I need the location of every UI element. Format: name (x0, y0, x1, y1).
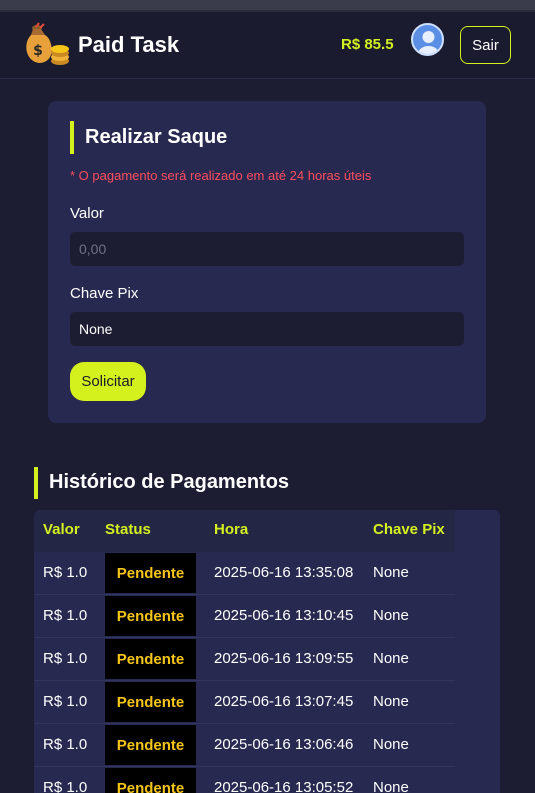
status-badge: Pendente (105, 682, 196, 722)
row-pix: None (373, 650, 409, 667)
row-time: 2025-06-16 13:06:46 (214, 736, 354, 753)
table-row: R$ 1.0 Pendente 2025-06-16 13:35:08 None (34, 552, 455, 595)
submit-withdraw-button[interactable]: Solicitar (70, 362, 146, 401)
row-time: 2025-06-16 13:07:45 (214, 693, 354, 710)
app-brand: Paid Task (78, 32, 180, 57)
row-pix: None (373, 736, 409, 753)
money-bag-icon: $ (26, 22, 69, 65)
column-header-amount: Valor (43, 521, 80, 538)
row-time: 2025-06-16 13:09:55 (214, 650, 354, 667)
status-badge: Pendente (105, 553, 196, 593)
row-amount: R$ 1.0 (43, 779, 88, 793)
withdraw-title: Realizar Saque (85, 126, 228, 148)
status-badge: Pendente (105, 768, 196, 793)
table-row: R$ 1.0 Pendente 2025-06-16 13:07:45 None (34, 681, 455, 724)
exit-button[interactable]: Sair (460, 26, 511, 64)
avatar-silhouette (417, 31, 440, 54)
row-pix: None (373, 779, 409, 793)
payment-notice: * O pagamento será realizado em até 24 h… (70, 168, 372, 183)
pix-key-input[interactable]: None (70, 312, 464, 346)
status-badge: Pendente (105, 639, 196, 679)
table-row: R$ 1.0 Pendente 2025-06-16 13:09:55 None (34, 638, 455, 681)
amount-input[interactable]: 0,00 (70, 232, 464, 266)
row-time: 2025-06-16 13:10:45 (214, 607, 354, 624)
title-accent-bar (70, 121, 74, 154)
row-time: 2025-06-16 13:05:52 (214, 779, 354, 793)
history-title: Histórico de Pagamentos (49, 471, 290, 493)
column-header-pix: Chave Pix (373, 521, 445, 538)
payment-history-table: Valor Status Hora Chave Pix R$ 1.0 Pende… (34, 510, 500, 793)
status-badge: Pendente (105, 725, 196, 765)
status-badge: Pendente (105, 596, 196, 636)
row-amount: R$ 1.0 (43, 607, 88, 624)
table-row: R$ 1.0 Pendente 2025-06-16 13:05:52 None (34, 767, 455, 793)
column-header-status: Status (105, 521, 151, 538)
row-pix: None (373, 607, 409, 624)
withdraw-card: Realizar Saque * O pagamento será realiz… (48, 101, 486, 423)
user-avatar-icon[interactable] (411, 23, 444, 56)
app-header: $ Paid Task R$ 85.5 Sair (0, 12, 535, 79)
amount-label: Valor (70, 205, 104, 222)
row-amount: R$ 1.0 (43, 650, 88, 667)
row-time: 2025-06-16 13:35:08 (214, 564, 354, 581)
table-row: R$ 1.0 Pendente 2025-06-16 13:10:45 None (34, 595, 455, 638)
history-accent-bar (34, 467, 38, 499)
pix-key-label: Chave Pix (70, 285, 139, 302)
svg-text:$: $ (33, 43, 43, 59)
row-pix: None (373, 564, 409, 581)
row-amount: R$ 1.0 (43, 564, 88, 581)
row-pix: None (373, 693, 409, 710)
row-amount: R$ 1.0 (43, 736, 88, 753)
table-row: R$ 1.0 Pendente 2025-06-16 13:06:46 None (34, 724, 455, 767)
balance-display: R$ 85.5 (341, 36, 394, 53)
column-header-time: Hora (214, 521, 249, 538)
row-amount: R$ 1.0 (43, 693, 88, 710)
